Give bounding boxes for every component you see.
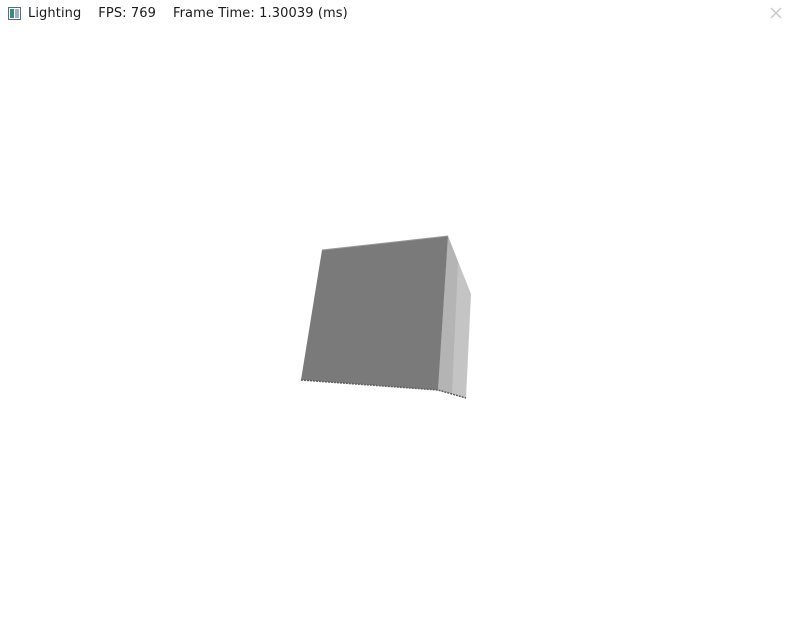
frame-time-label: Frame Time: bbox=[172, 6, 255, 21]
title-bar[interactable]: Lighting FPS: 769 Frame Time: 1.30039 (m… bbox=[0, 0, 797, 28]
app-window: Lighting FPS: 769 Frame Time: 1.30039 (m… bbox=[0, 0, 797, 628]
cube-front-face bbox=[301, 236, 448, 390]
frame-time-value: 1.30039 bbox=[259, 6, 314, 21]
frame-time-unit: (ms) bbox=[317, 6, 348, 21]
title-app-name: Lighting bbox=[28, 6, 82, 21]
fps-label: FPS: bbox=[98, 6, 127, 21]
window-title: Lighting FPS: 769 Frame Time: 1.30039 (m… bbox=[28, 5, 348, 22]
render-viewport[interactable] bbox=[0, 28, 797, 628]
close-button[interactable] bbox=[766, 4, 786, 24]
scene-canvas bbox=[300, 235, 471, 399]
app-window-icon bbox=[8, 7, 21, 20]
fps-value: 769 bbox=[130, 6, 157, 21]
close-icon bbox=[770, 7, 782, 19]
